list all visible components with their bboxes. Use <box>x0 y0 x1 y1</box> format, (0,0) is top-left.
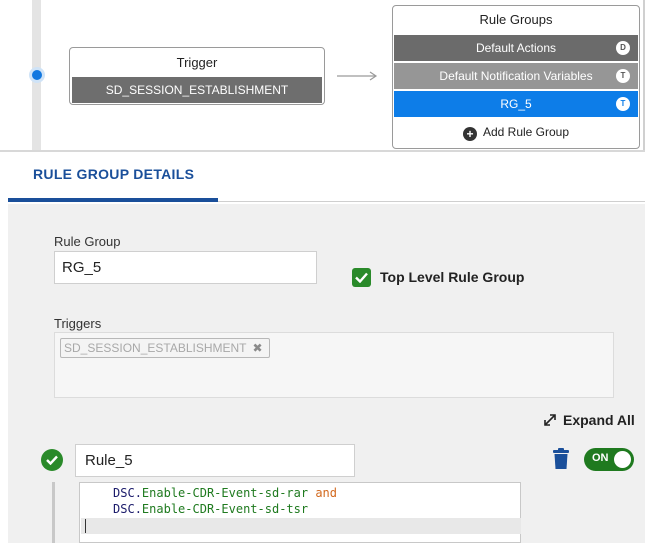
checkmark-icon <box>46 455 58 465</box>
code-property: Enable-CDR-Event-sd-rar <box>141 486 309 500</box>
active-code-line <box>81 518 521 534</box>
trigger-node-value[interactable]: SD_SESSION_ESTABLISHMENT <box>72 77 322 103</box>
rule-condition-editor[interactable]: DSC.Enable-CDR-Event-sd-rar and DSC.Enab… <box>79 482 521 543</box>
tab-rule-group-details[interactable]: RULE GROUP DETAILS <box>33 166 194 182</box>
triggers-field-label: Triggers <box>54 316 102 331</box>
rule-group-item-label: Default Actions <box>475 41 557 55</box>
expand-all-label: Expand All <box>563 412 635 428</box>
rule-groups-title: Rule Groups <box>479 12 553 27</box>
rule-editor-screen: Trigger SD_SESSION_ESTABLISHMENT Rule Gr… <box>0 0 645 543</box>
add-rule-group-button[interactable]: + Add Rule Group <box>394 118 638 146</box>
top-level-checkbox[interactable] <box>352 268 371 287</box>
code-line: DSC.Enable-CDR-Event-sd-tsr <box>113 502 309 516</box>
code-property: Enable-CDR-Event-sd-tsr <box>141 502 309 516</box>
text-cursor <box>85 519 86 533</box>
rule-group-type-badge: D <box>616 41 630 55</box>
rule-group-item-default-notification-variables[interactable]: Default Notification Variables T <box>394 63 638 89</box>
trigger-node-title: Trigger <box>176 55 218 70</box>
code-line: DSC.Enable-CDR-Event-sd-rar and <box>113 486 338 500</box>
flow-canvas: Trigger SD_SESSION_ESTABLISHMENT Rule Gr… <box>0 0 645 152</box>
details-tab-bar: RULE GROUP DETAILS <box>0 152 645 204</box>
expand-arrows-icon <box>544 414 556 426</box>
timeline-step-dot[interactable] <box>29 67 45 83</box>
rule-group-item-label: Default Notification Variables <box>439 69 593 83</box>
toggle-knob <box>614 451 631 468</box>
checkmark-icon <box>355 272 368 283</box>
code-object: DSC <box>113 486 135 500</box>
rule-name-input[interactable]: Rule_5 <box>75 444 355 477</box>
trigger-chip-label: SD_SESSION_ESTABLISHMENT <box>64 341 247 355</box>
rule-group-field-label: Rule Group <box>54 234 121 249</box>
trash-icon[interactable] <box>552 448 570 470</box>
rule-indent-rail <box>52 482 55 543</box>
rule-group-name-input[interactable]: RG_5 <box>54 251 317 284</box>
rule-enabled-toggle[interactable]: ON <box>584 448 634 471</box>
toggle-state-label: ON <box>592 452 609 464</box>
trigger-chip: SD_SESSION_ESTABLISHMENT ✖ <box>60 338 270 358</box>
rule-groups-node: Rule Groups Default Actions D Default No… <box>392 5 640 149</box>
active-tab-indicator <box>8 198 218 202</box>
rule-group-details-panel: Rule Group RG_5 Top Level Rule Group Tri… <box>8 204 645 543</box>
triggers-multiselect[interactable]: SD_SESSION_ESTABLISHMENT ✖ <box>54 332 614 398</box>
rule-group-type-badge: T <box>616 97 630 111</box>
rule-group-item-rg5-selected[interactable]: RG_5 T <box>394 91 638 117</box>
code-object: DSC <box>113 502 135 516</box>
code-keyword: and <box>315 486 338 500</box>
rule-group-item-default-actions[interactable]: Default Actions D <box>394 35 638 61</box>
remove-chip-icon[interactable]: ✖ <box>252 339 262 357</box>
trigger-node[interactable]: Trigger SD_SESSION_ESTABLISHMENT <box>69 47 325 105</box>
expand-all-button[interactable]: Expand All <box>543 412 635 428</box>
flow-arrow-icon <box>337 71 378 81</box>
plus-circle-icon: + <box>462 127 477 141</box>
add-rule-group-label: Add Rule Group <box>482 125 570 139</box>
rule-valid-check-icon <box>41 449 63 471</box>
rule-group-item-label: RG_5 <box>500 97 532 111</box>
top-level-label: Top Level Rule Group <box>380 269 525 285</box>
rule-group-type-badge: T <box>616 69 630 83</box>
